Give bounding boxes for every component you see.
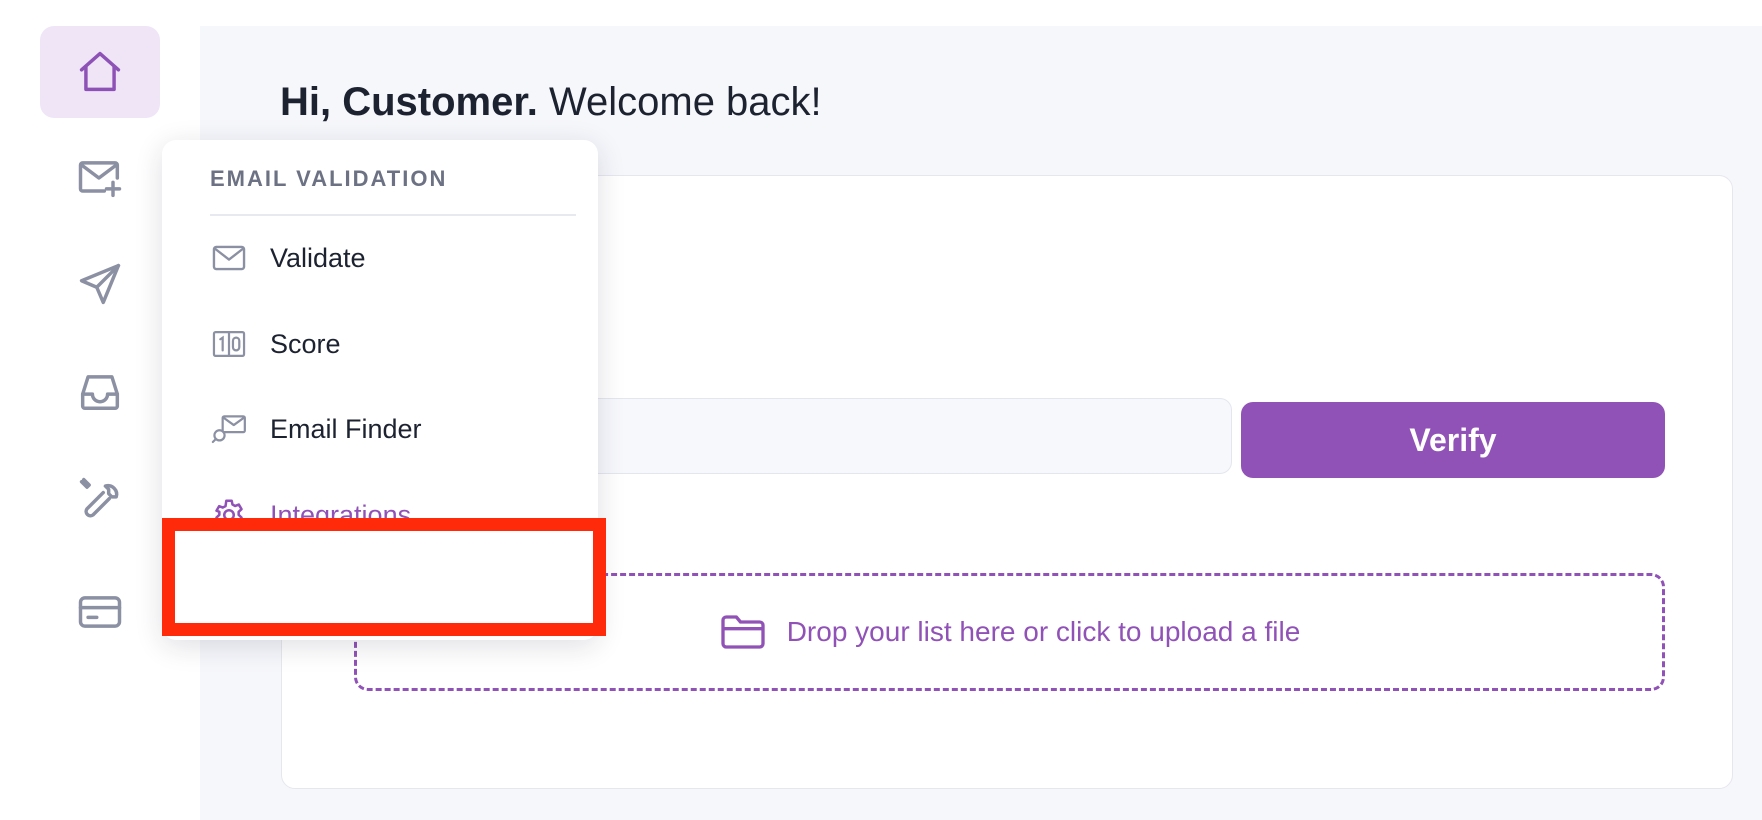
app-window: Hi, Customer. Welcome back! erifier om V… bbox=[0, 0, 1762, 820]
sidebar-item-tools[interactable] bbox=[40, 452, 160, 544]
menu-item-score[interactable]: Score bbox=[210, 314, 570, 374]
home-icon bbox=[79, 51, 121, 92]
menu-item-label: Validate bbox=[270, 242, 366, 273]
menu-item-validate[interactable]: Validate bbox=[210, 228, 570, 288]
dropzone-label: Drop your list here or click to upload a… bbox=[786, 616, 1301, 647]
credit-card-icon bbox=[78, 596, 122, 628]
menu-item-integrations[interactable]: Integrations bbox=[210, 485, 570, 545]
sidebar-item-home[interactable] bbox=[40, 26, 160, 118]
greeting-heading: Hi, Customer. Welcome back! bbox=[280, 80, 822, 125]
email-finder-icon bbox=[210, 410, 248, 448]
greeting-name: Hi, Customer. bbox=[280, 80, 538, 124]
envelope-icon bbox=[210, 239, 248, 277]
sidebar-item-send[interactable] bbox=[40, 238, 160, 330]
wrench-icon bbox=[79, 477, 119, 518]
folder-icon bbox=[721, 615, 765, 649]
mail-plus-icon bbox=[78, 161, 122, 198]
send-icon bbox=[79, 263, 121, 305]
inbox-icon bbox=[80, 375, 120, 410]
verify-button[interactable]: Verify bbox=[1241, 402, 1665, 478]
email-validation-menu: EMAIL VALIDATION Validate Score Email Find… bbox=[162, 140, 598, 640]
sidebar-item-mail[interactable] bbox=[40, 132, 160, 224]
menu-item-label: Email Finder bbox=[270, 413, 422, 444]
menu-item-email-finder[interactable]: Email Finder bbox=[210, 399, 570, 459]
menu-header: EMAIL VALIDATION bbox=[210, 166, 576, 216]
gear-icon bbox=[210, 496, 248, 534]
greeting-welcome: Welcome back! bbox=[537, 80, 822, 124]
sidebar-item-inbox[interactable] bbox=[40, 346, 160, 438]
top-bar bbox=[200, 0, 1762, 26]
menu-item-label: Integrations bbox=[270, 499, 412, 530]
score-icon bbox=[210, 325, 248, 363]
sidebar-item-billing[interactable] bbox=[40, 566, 160, 658]
menu-item-label: Score bbox=[270, 328, 341, 359]
